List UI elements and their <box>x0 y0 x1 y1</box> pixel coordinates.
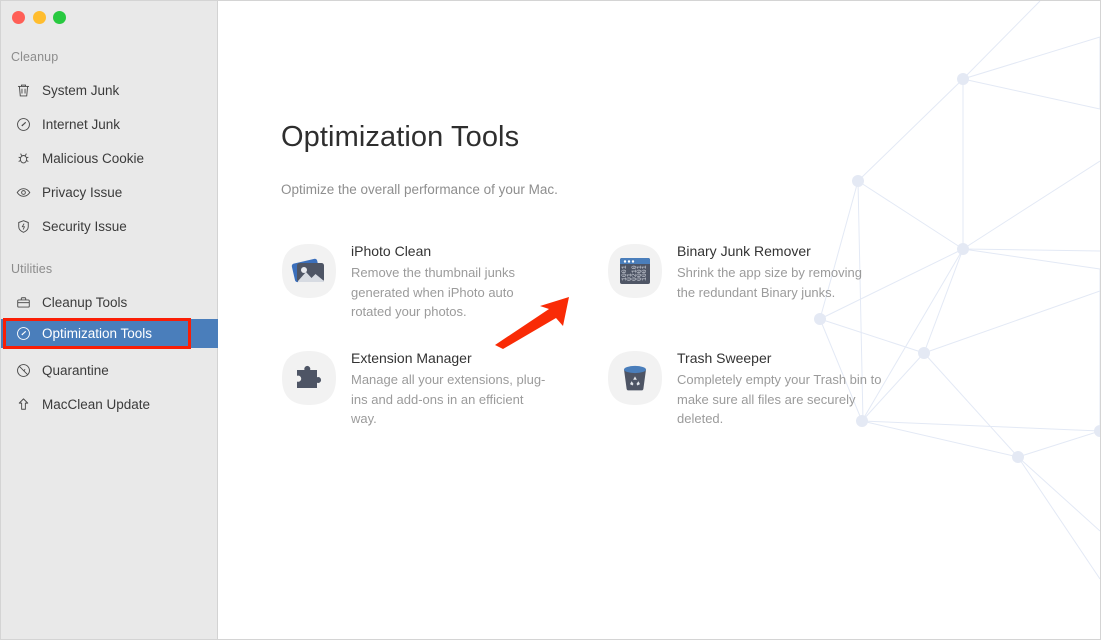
up-arrow-icon <box>14 395 33 414</box>
tool-title: Extension Manager <box>351 350 472 366</box>
sidebar-item-system-junk[interactable]: System Junk <box>1 75 218 105</box>
sidebar-item-cleanup-tools[interactable]: Cleanup Tools <box>1 287 218 317</box>
briefcase-icon <box>14 293 33 312</box>
sidebar-item-label: Cleanup Tools <box>42 294 128 310</box>
sidebar-item-privacy-issue[interactable]: Privacy Issue <box>1 177 218 207</box>
network-decoration <box>814 1 1100 580</box>
sidebar-item-label: System Junk <box>42 82 120 98</box>
sidebar-item-label: Security Issue <box>42 218 127 234</box>
tool-text: Extension Manager Manage all your extens… <box>351 348 551 429</box>
tool-description: Remove the thumbnail junks generated whe… <box>351 265 516 319</box>
sidebar-item-label: Privacy Issue <box>42 184 123 200</box>
tool-description: Completely empty your Trash bin to make … <box>677 372 882 426</box>
app-window: Cleanup System Junk Internet Junk Malici… <box>0 0 1101 640</box>
trash-icon <box>14 81 33 100</box>
tool-description: Manage all your extensions, plug-ins and… <box>351 372 546 426</box>
tool-title: Trash Sweeper <box>677 350 772 366</box>
binary-window-icon: 1001 01 0210 0001 1001 <box>605 241 665 301</box>
eye-icon <box>14 183 33 202</box>
compass-icon <box>14 324 33 343</box>
tool-text: Binary Junk Remover Shrink the app size … <box>677 241 882 302</box>
puzzle-piece-icon <box>279 348 339 408</box>
shield-bolt-icon <box>14 217 33 236</box>
sidebar-item-quarantine[interactable]: Quarantine <box>1 355 218 385</box>
window-controls <box>12 11 66 24</box>
tool-card-iphoto-clean[interactable]: iPhoto Clean Remove the thumbnail junks … <box>279 241 609 322</box>
sidebar-item-label: Optimization Tools <box>42 326 153 341</box>
sidebar-item-label: MacClean Update <box>42 396 151 412</box>
tool-description: Shrink the app size by removing the redu… <box>677 265 862 300</box>
tool-card-trash-sweeper[interactable]: Trash Sweeper Completely empty your Tras… <box>605 348 935 429</box>
sidebar-item-security-issue[interactable]: Security Issue <box>1 211 218 241</box>
sidebar-section-label-utilities: Utilities <box>11 262 53 276</box>
maximize-window-button[interactable] <box>53 11 66 24</box>
photos-icon <box>279 241 339 301</box>
sidebar-section-label-cleanup: Cleanup <box>11 50 59 64</box>
tool-card-extension-manager[interactable]: Extension Manager Manage all your extens… <box>279 348 609 429</box>
page-subtitle: Optimize the overall performance of your… <box>281 182 558 197</box>
page-title: Optimization Tools <box>281 121 520 153</box>
no-entry-icon <box>14 361 33 380</box>
bug-icon <box>14 149 33 168</box>
main-content: Optimization Tools Optimize the overall … <box>219 1 1100 639</box>
speedometer-icon <box>14 115 33 134</box>
sidebar-item-malicious-cookie[interactable]: Malicious Cookie <box>1 143 218 173</box>
minimize-window-button[interactable] <box>32 11 46 24</box>
sidebar-item-label: Internet Junk <box>42 116 121 132</box>
close-window-button[interactable] <box>12 11 25 24</box>
tool-text: iPhoto Clean Remove the thumbnail junks … <box>351 241 551 322</box>
sidebar-item-label: Quarantine <box>42 362 109 378</box>
sidebar-item-optimization-tools[interactable]: Optimization Tools <box>1 319 218 348</box>
sidebar-item-macclean-update[interactable]: MacClean Update <box>1 389 218 419</box>
sidebar: Cleanup System Junk Internet Junk Malici… <box>1 1 218 639</box>
tool-text: Trash Sweeper Completely empty your Tras… <box>677 348 882 429</box>
sidebar-item-label: Malicious Cookie <box>42 150 145 166</box>
svg-text:1001: 1001 <box>641 265 648 281</box>
trash-bin-icon <box>605 348 665 408</box>
tool-title: iPhoto Clean <box>351 243 432 259</box>
tool-title: Binary Junk Remover <box>677 243 811 259</box>
sidebar-item-internet-junk[interactable]: Internet Junk <box>1 109 218 139</box>
tool-card-binary-junk-remover[interactable]: 1001 01 0210 0001 1001 Binary Junk Remov… <box>605 241 935 302</box>
